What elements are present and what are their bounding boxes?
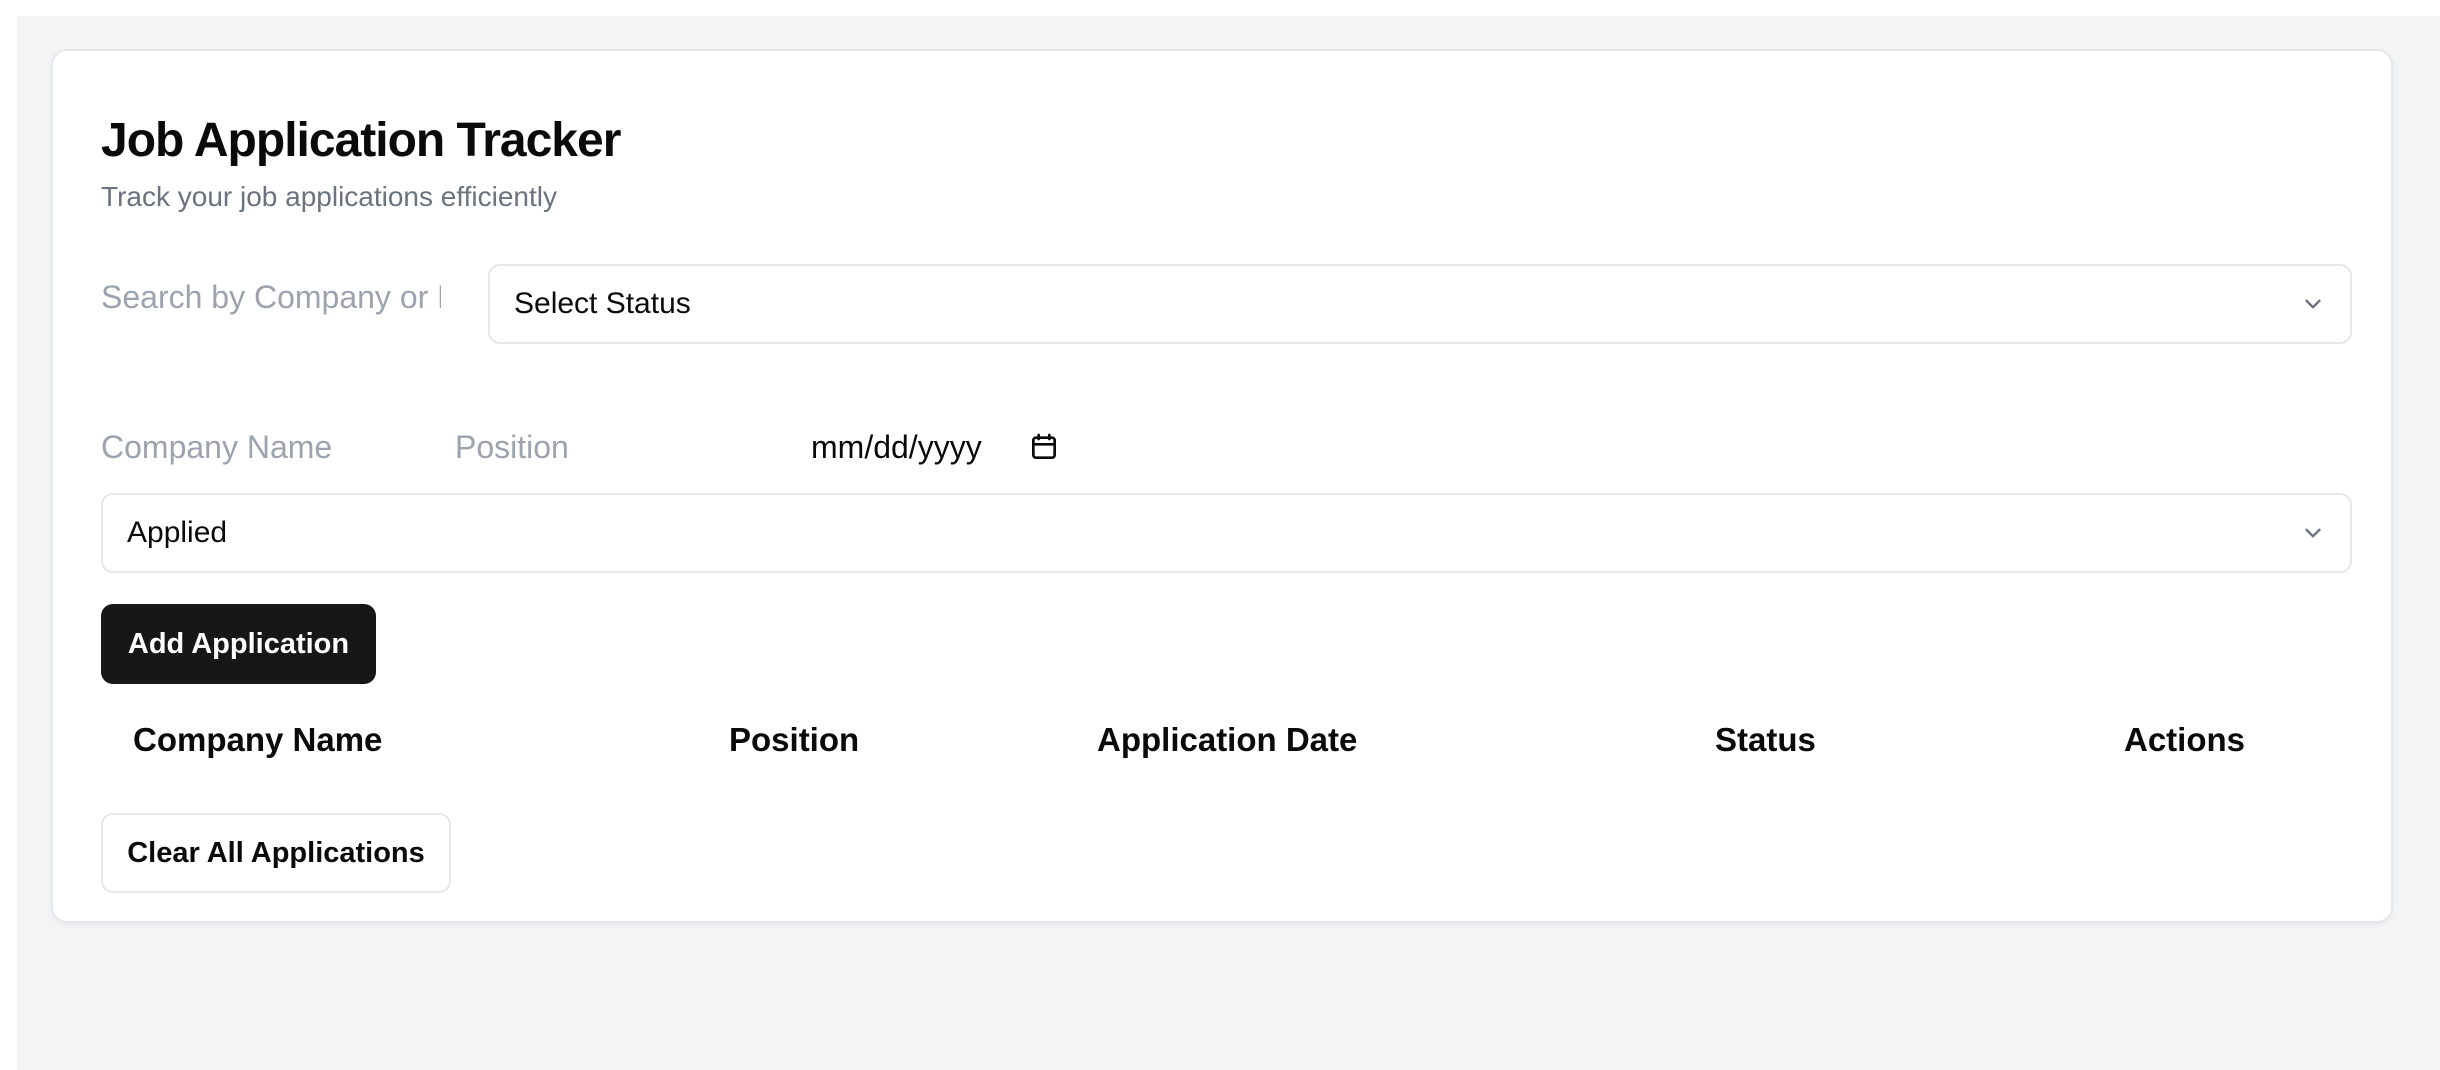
status-filter-select[interactable]: Select Status xyxy=(488,264,2352,344)
position-input[interactable] xyxy=(455,419,785,475)
application-status-select[interactable]: Applied xyxy=(101,493,2352,573)
company-name-input[interactable] xyxy=(101,419,431,475)
application-status-value: Applied xyxy=(127,516,228,549)
add-application-button[interactable]: Add Application xyxy=(101,604,376,684)
column-header-application-date: Application Date xyxy=(1097,721,1358,758)
app-viewport: Job Application Tracker Track your job a… xyxy=(17,16,2440,1070)
search-input[interactable] xyxy=(101,257,441,337)
page-subtitle: Track your job applications efficiently xyxy=(101,181,557,212)
application-date-input[interactable]: mm/dd/yyyy xyxy=(811,419,1060,475)
date-placeholder: mm/dd/yyyy xyxy=(811,428,982,465)
column-header-company: Company Name xyxy=(133,721,383,758)
page-title: Job Application Tracker xyxy=(101,114,621,167)
clear-all-applications-button[interactable]: Clear All Applications xyxy=(101,813,451,893)
column-header-position: Position xyxy=(729,721,860,758)
chevron-down-icon xyxy=(2305,528,2321,538)
calendar-icon[interactable] xyxy=(1028,431,1060,463)
column-header-status: Status xyxy=(1715,721,1816,758)
chevron-down-icon xyxy=(2305,299,2321,309)
tracker-card: Job Application Tracker Track your job a… xyxy=(51,49,2393,923)
column-header-actions: Actions xyxy=(2124,721,2246,758)
status-filter-value: Select Status xyxy=(514,287,691,320)
